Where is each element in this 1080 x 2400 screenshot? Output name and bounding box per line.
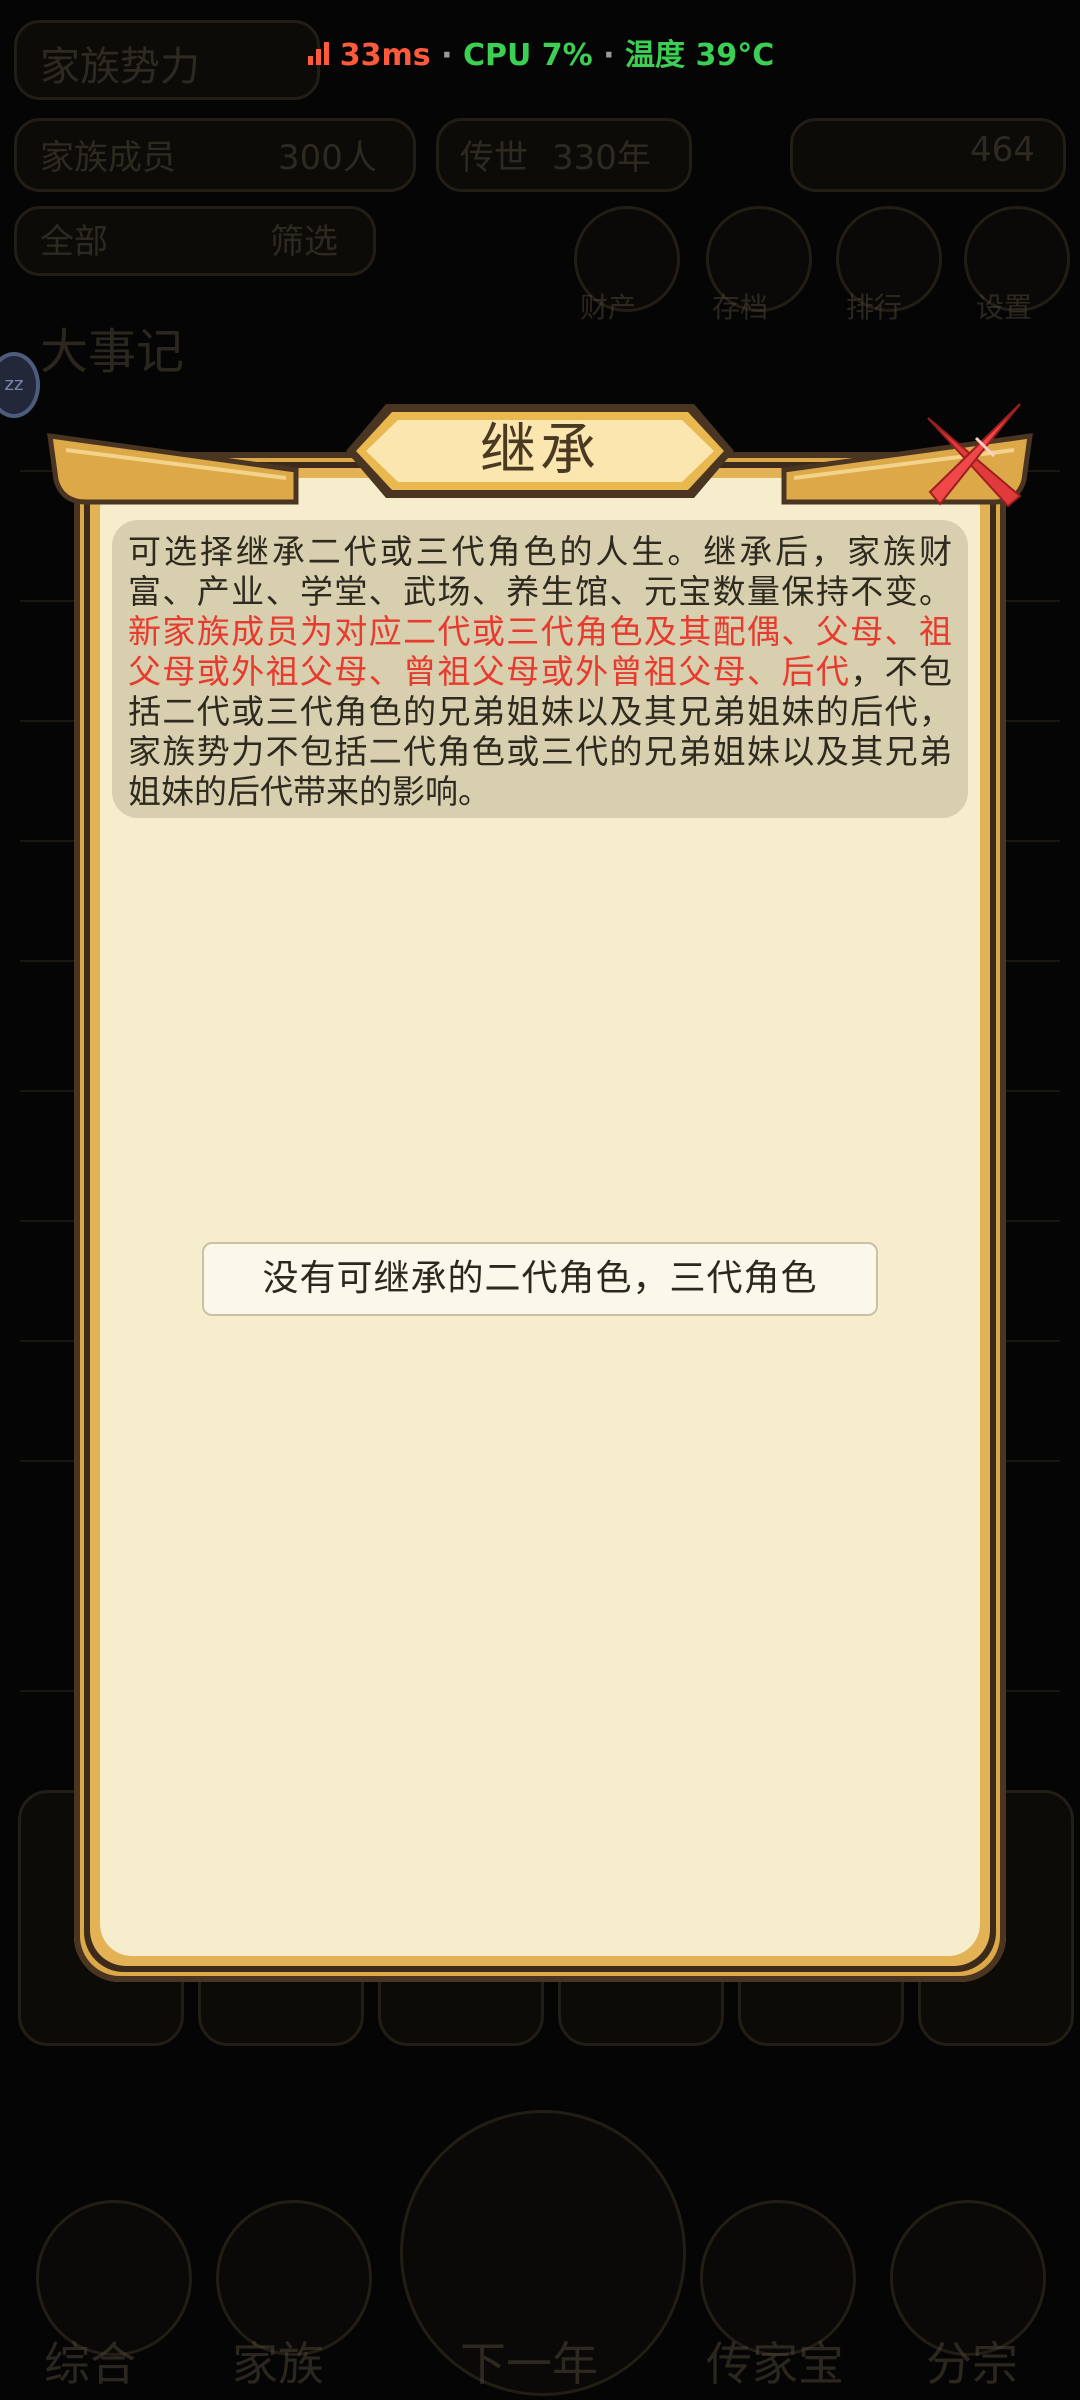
close-icon[interactable] [916,392,1034,510]
description-highlight: 新家族成员为对应二代或三代角色及其配偶、父母、祖父母或外祖父母、曾祖父母或外曾祖… [128,612,952,691]
left-wing-ornament [47,433,299,505]
bg-inherit-label: 传世 [460,138,528,178]
bg-action-4: 设置 [976,291,1033,324]
inherit-dialog: 继承 可选择继承二代或三代角色的人生。继承后，家族财富、产业、学堂、武场、养生馆… [46,392,1034,1992]
bg-wealth-value: 464 [970,130,1035,170]
bg-nav-2: 家族 [232,2337,324,2391]
empty-state-message: 没有可继承的二代角色，三代角色 [202,1242,878,1316]
bg-action-3: 排行 [846,291,903,324]
dialog-title: 继承 [480,418,600,483]
bg-members-label: 家族成员 [40,138,176,178]
bg-section-title: 大事记 [40,324,185,380]
ping-value: 33ms [339,38,431,73]
bg-tab-2: 筛选 [270,222,338,262]
bg-action-1: 财产 [580,291,637,324]
bg-tab-1: 全部 [40,222,108,262]
bg-nav-4: 传家宝 [706,2337,844,2391]
status-separator: · [430,38,463,73]
signal-icon [306,39,332,74]
inherit-description: 可选择继承二代或三代角色的人生。继承后，家族财富、产业、学堂、武场、养生馆、元宝… [112,520,968,818]
bg-inherit-value: 330年 [552,138,651,178]
description-normal: 可选择继承二代或三代角色的人生。继承后，家族财富、产业、学堂、武场、养生馆、元宝… [128,532,952,611]
bg-members-value: 300人 [278,138,377,178]
cpu-value: CPU 7% [462,38,593,73]
temperature-value: 温度 39°C [625,38,775,73]
status-separator: · [592,38,625,73]
performance-status: 33ms · CPU 7% · 温度 39°C [0,30,1080,74]
bg-nav-1: 综合 [44,2337,136,2391]
bg-nav-5: 分宗 [926,2337,1018,2391]
bg-action-2: 存档 [712,291,769,324]
bg-nav-3: 下一年 [460,2337,598,2391]
